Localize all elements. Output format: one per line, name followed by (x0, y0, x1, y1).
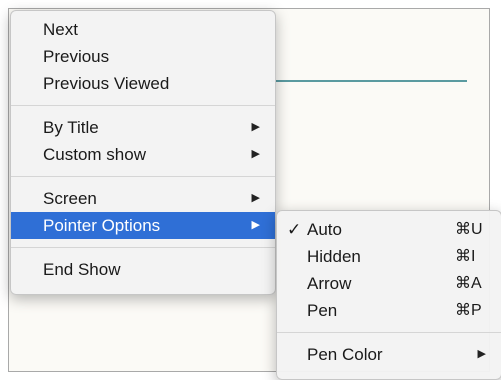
submenu-arrow-icon: ▶ (251, 121, 260, 133)
menu-item-next[interactable]: Next (11, 16, 275, 43)
menu-item-label: Pointer Options (43, 216, 161, 235)
menu-item-label: By Title (43, 118, 99, 137)
menu-item-previous-viewed[interactable]: Previous Viewed (11, 70, 275, 97)
keyboard-shortcut: ⌘I (455, 248, 476, 265)
menu-item-by-title[interactable]: By Title ▶ (11, 114, 275, 141)
pointer-options-submenu: ✓ Auto ⌘U Hidden ⌘I Arrow ⌘A Pen ⌘P Pen … (276, 210, 501, 380)
submenu-item-pen-color[interactable]: Pen Color ▶ (277, 341, 501, 368)
menu-item-label: Previous (43, 47, 110, 66)
keyboard-shortcut: ⌘U (455, 221, 483, 238)
submenu-arrow-icon: ▶ (477, 348, 486, 360)
submenu-arrow-icon: ▶ (251, 148, 260, 160)
menu-item-previous[interactable]: Previous (11, 43, 275, 70)
menu-item-end-show[interactable]: End Show (11, 256, 275, 283)
menu-separator (277, 332, 501, 333)
submenu-item-auto[interactable]: ✓ Auto ⌘U (277, 216, 501, 243)
submenu-item-hidden[interactable]: Hidden ⌘I (277, 243, 501, 270)
slideshow-context-menu: Next Previous Previous Viewed By Title ▶… (10, 10, 276, 295)
submenu-item-label: Pen Color (307, 345, 383, 364)
menu-item-label: Next (43, 20, 78, 39)
menu-separator (11, 247, 275, 248)
menu-item-label: Custom show (43, 145, 146, 164)
menu-item-label: Previous Viewed (43, 74, 170, 93)
keyboard-shortcut: ⌘A (455, 275, 482, 292)
menu-item-label: Screen (43, 189, 97, 208)
submenu-item-label: Auto (307, 220, 342, 239)
menu-item-custom-show[interactable]: Custom show ▶ (11, 141, 275, 168)
submenu-arrow-icon: ▶ (251, 192, 260, 204)
submenu-item-label: Pen (307, 301, 338, 320)
keyboard-shortcut: ⌘P (455, 302, 482, 319)
menu-item-label: End Show (43, 260, 121, 279)
submenu-arrow-icon: ▶ (251, 219, 260, 231)
slide-decorative-line (271, 80, 467, 82)
menu-separator (11, 105, 275, 106)
submenu-item-label: Hidden (307, 247, 361, 266)
checkmark-icon: ✓ (287, 220, 302, 239)
menu-item-pointer-options[interactable]: Pointer Options ▶ (11, 212, 275, 239)
submenu-item-pen[interactable]: Pen ⌘P (277, 297, 501, 324)
submenu-item-arrow[interactable]: Arrow ⌘A (277, 270, 501, 297)
menu-separator (11, 176, 275, 177)
submenu-item-label: Arrow (307, 274, 352, 293)
menu-item-screen[interactable]: Screen ▶ (11, 185, 275, 212)
